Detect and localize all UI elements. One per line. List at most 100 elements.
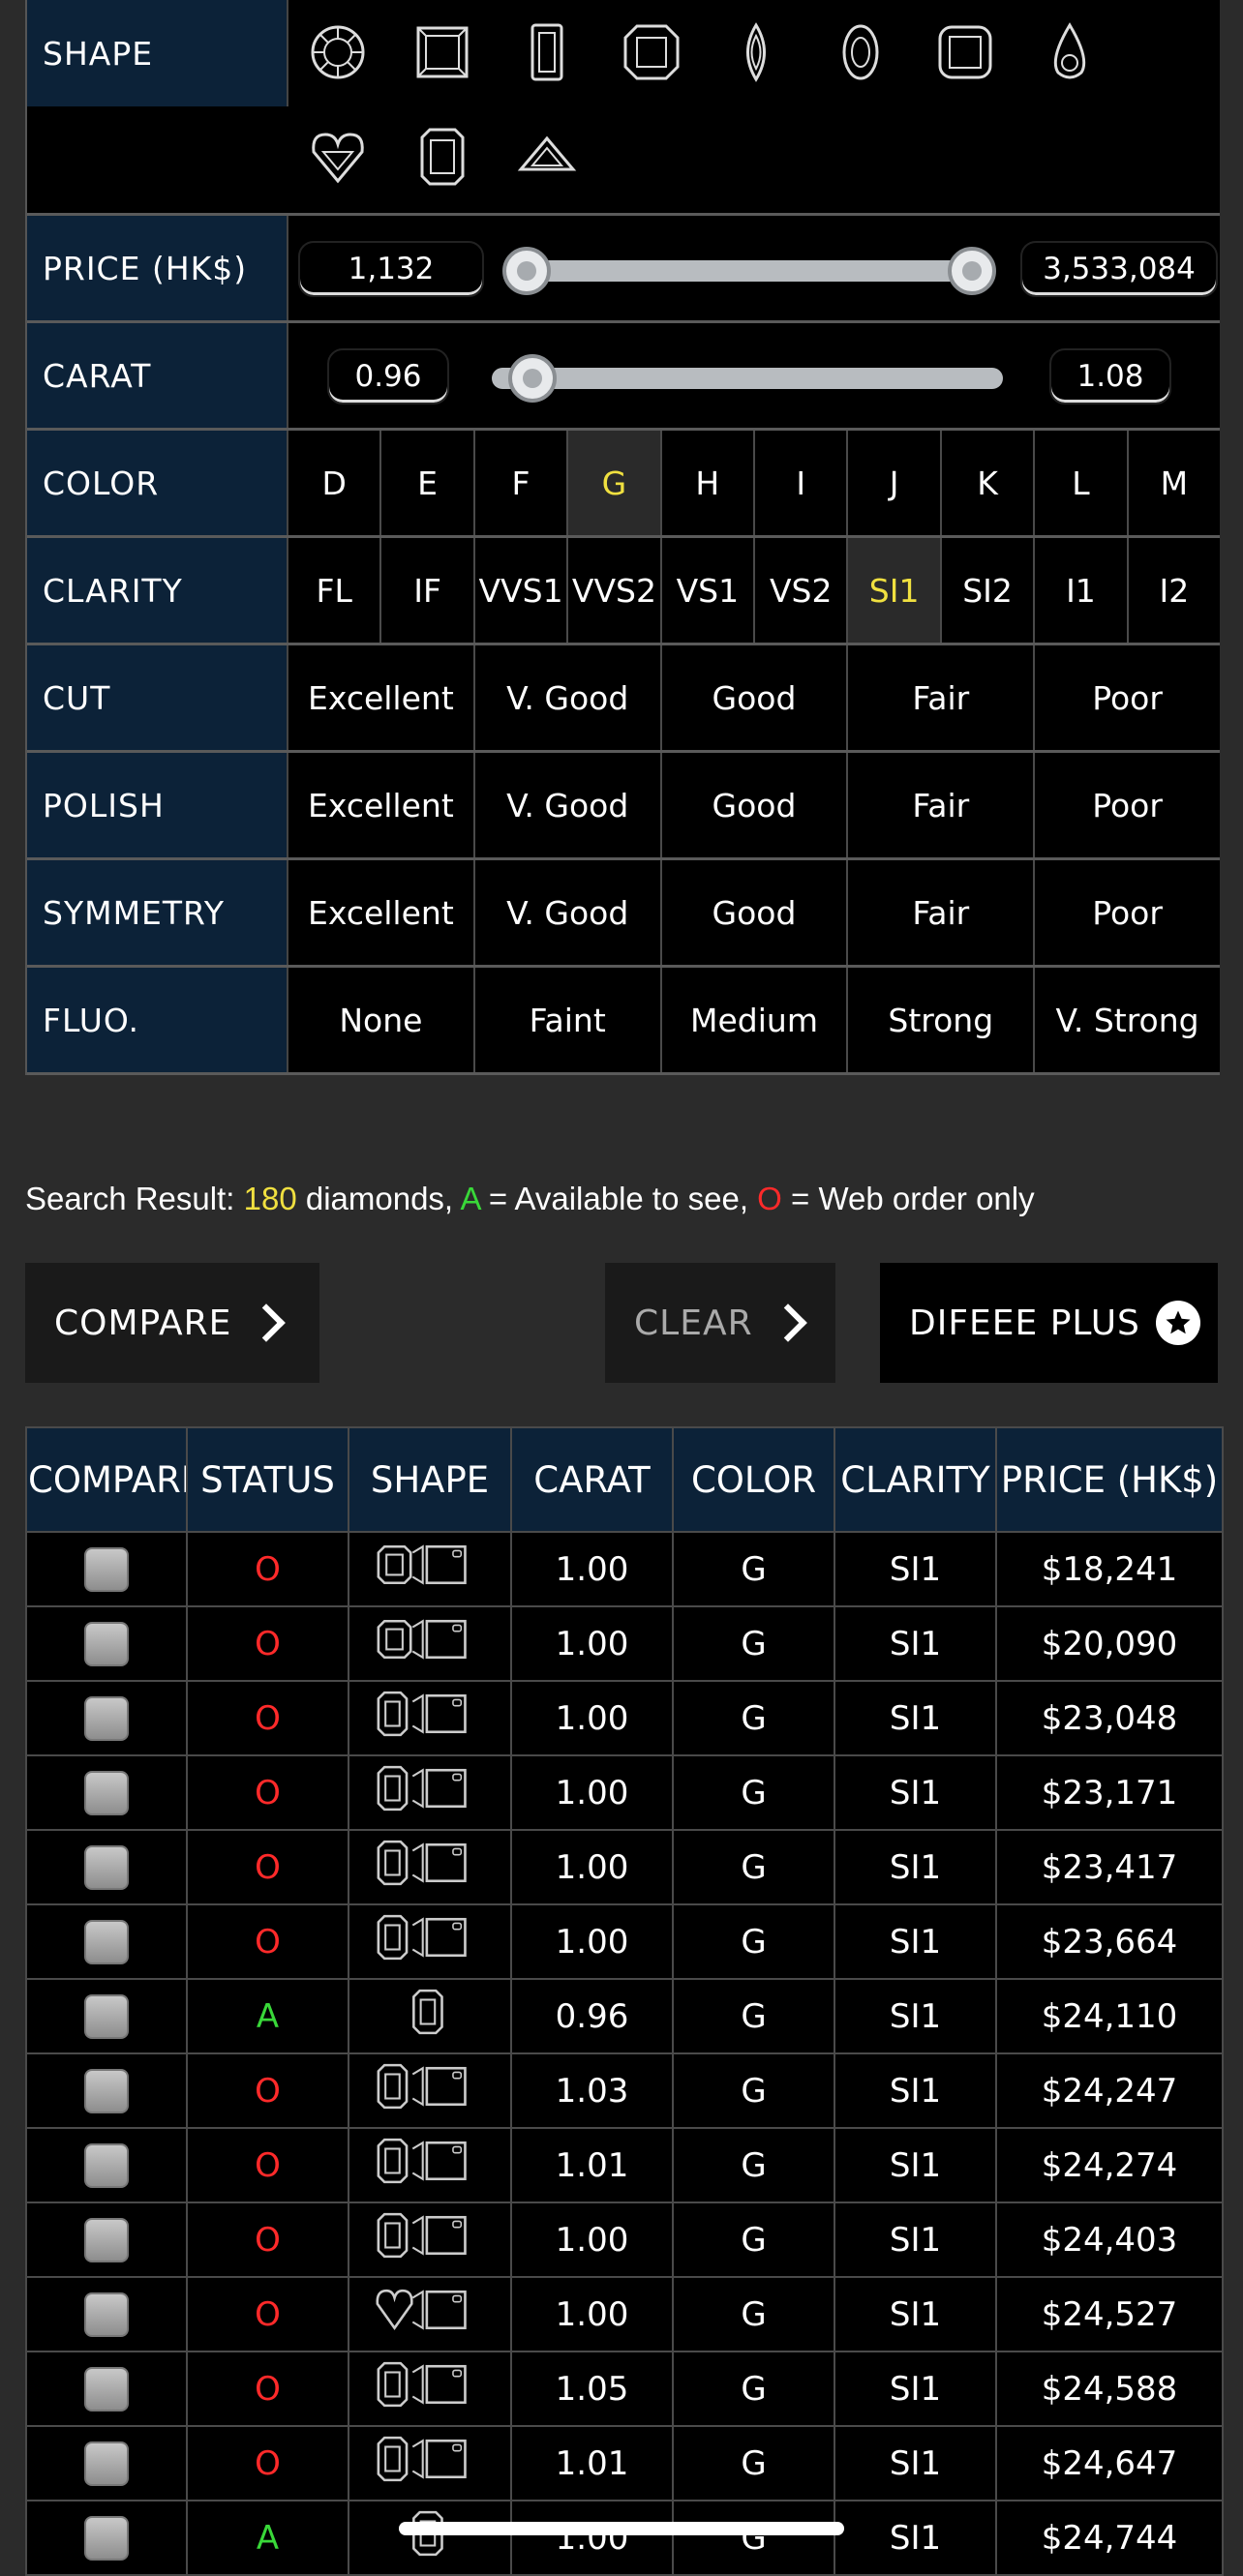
cut-option[interactable]: Good: [662, 645, 849, 750]
compare-checkbox[interactable]: [84, 1993, 129, 2039]
color-option[interactable]: D: [288, 431, 382, 535]
compare-checkbox[interactable]: [84, 2291, 129, 2337]
compare-checkbox[interactable]: [84, 2366, 129, 2411]
cut-option[interactable]: Poor: [1035, 645, 1220, 750]
round-icon[interactable]: [308, 22, 368, 82]
table-row[interactable]: O 1.00 G SI1 $20,090: [25, 1605, 1224, 1682]
table-row[interactable]: A 1.00 G SI1 $24,744: [25, 2500, 1224, 2576]
clarity-option[interactable]: VS1: [662, 538, 756, 643]
table-row[interactable]: O 1.01 G SI1 $24,274: [25, 2127, 1224, 2203]
compare-checkbox[interactable]: [84, 1621, 129, 1666]
symmetry-option[interactable]: Fair: [848, 860, 1036, 965]
compare-checkbox[interactable]: [84, 2142, 129, 2188]
fluo-option[interactable]: Strong: [848, 968, 1036, 1072]
column-header[interactable]: CARAT: [510, 1426, 674, 1533]
heart-icon[interactable]: [308, 127, 368, 187]
color-option[interactable]: F: [475, 431, 569, 535]
price-min-handle[interactable]: [502, 247, 551, 295]
cut-option[interactable]: V. Good: [475, 645, 662, 750]
table-row[interactable]: O 1.05 G SI1 $24,588: [25, 2351, 1224, 2427]
clarity-option[interactable]: VS2: [755, 538, 849, 643]
column-header[interactable]: SHAPE: [348, 1426, 512, 1533]
clarity-option[interactable]: IF: [381, 538, 475, 643]
price-cell: $23,664: [995, 1903, 1224, 1980]
compare-checkbox[interactable]: [84, 1695, 129, 1741]
color-option[interactable]: K: [942, 431, 1036, 535]
price-max-input[interactable]: 3,533,084: [1020, 241, 1218, 297]
table-row[interactable]: O 1.00 G SI1 $24,403: [25, 2202, 1224, 2278]
table-row[interactable]: O 1.00 G SI1 $18,241: [25, 1531, 1224, 1607]
fluo-option[interactable]: None: [288, 968, 475, 1072]
compare-checkbox[interactable]: [84, 1919, 129, 1964]
emerald-icon[interactable]: [517, 22, 577, 82]
table-row[interactable]: O 1.03 G SI1 $24,247: [25, 2052, 1224, 2129]
polish-option[interactable]: V. Good: [475, 753, 662, 857]
polish-option[interactable]: Excellent: [288, 753, 475, 857]
fluo-option[interactable]: Medium: [662, 968, 849, 1072]
clarity-option[interactable]: SI2: [942, 538, 1036, 643]
price-min-input[interactable]: 1,132: [298, 241, 484, 297]
price-max-handle[interactable]: [948, 247, 996, 295]
carat-min-input[interactable]: 0.96: [327, 348, 449, 404]
table-row[interactable]: O 1.00 G SI1 $23,664: [25, 1903, 1224, 1980]
color-option[interactable]: H: [662, 431, 756, 535]
carat-slider-track[interactable]: [492, 354, 1003, 403]
pear-icon[interactable]: [1040, 22, 1100, 82]
clarity-option[interactable]: SI1: [848, 538, 942, 643]
symmetry-option[interactable]: Poor: [1035, 860, 1220, 965]
compare-checkbox[interactable]: [84, 1770, 129, 1815]
oval-icon[interactable]: [831, 22, 891, 82]
column-header[interactable]: CLARITY: [834, 1426, 997, 1533]
fluo-option[interactable]: V. Strong: [1035, 968, 1220, 1072]
radiant-icon[interactable]: [412, 127, 472, 187]
color-option[interactable]: J: [848, 431, 942, 535]
clarity-option[interactable]: FL: [288, 538, 382, 643]
price-slider-track[interactable]: [502, 247, 996, 295]
clarity-option[interactable]: VVS1: [475, 538, 569, 643]
asscher-icon[interactable]: [622, 22, 682, 82]
compare-button[interactable]: COMPARE: [25, 1263, 319, 1383]
symmetry-option[interactable]: Excellent: [288, 860, 475, 965]
carat-max-input[interactable]: 1.08: [1049, 348, 1171, 404]
column-header[interactable]: PRICE (HK$): [995, 1426, 1224, 1533]
marquise-icon[interactable]: [726, 22, 786, 82]
table-row[interactable]: O 1.01 G SI1 $24,647: [25, 2425, 1224, 2501]
compare-checkbox[interactable]: [84, 2515, 129, 2561]
trillion-icon[interactable]: [517, 127, 577, 187]
clarity-option[interactable]: VVS2: [568, 538, 662, 643]
column-header[interactable]: COMPARE: [25, 1426, 188, 1533]
color-option[interactable]: L: [1035, 431, 1129, 535]
column-header[interactable]: COLOR: [672, 1426, 835, 1533]
color-option[interactable]: I: [755, 431, 849, 535]
table-row[interactable]: O 1.00 G SI1 $23,417: [25, 1829, 1224, 1905]
princess-icon[interactable]: [412, 22, 472, 82]
compare-checkbox[interactable]: [84, 2217, 129, 2262]
polish-option[interactable]: Fair: [848, 753, 1036, 857]
cut-option[interactable]: Excellent: [288, 645, 475, 750]
polish-option[interactable]: Poor: [1035, 753, 1220, 857]
color-option[interactable]: G: [568, 431, 662, 535]
polish-option[interactable]: Good: [662, 753, 849, 857]
compare-checkbox[interactable]: [84, 1844, 129, 1890]
table-row[interactable]: O 1.00 G SI1 $23,048: [25, 1680, 1224, 1756]
difeee-plus-button[interactable]: DIFEEE PLUS: [880, 1263, 1218, 1383]
carat-min-handle[interactable]: [508, 354, 558, 403]
compare-checkbox[interactable]: [84, 2441, 129, 2486]
fluo-option[interactable]: Faint: [475, 968, 662, 1072]
symmetry-option[interactable]: Good: [662, 860, 849, 965]
compare-checkbox[interactable]: [84, 2068, 129, 2113]
table-row[interactable]: A 0.96 G SI1 $24,110: [25, 1978, 1224, 2054]
compare-checkbox[interactable]: [84, 1546, 129, 1592]
cut-option[interactable]: Fair: [848, 645, 1036, 750]
table-row[interactable]: O 1.00 G SI1 $23,171: [25, 1754, 1224, 1831]
home-indicator[interactable]: [399, 2522, 844, 2535]
clarity-option[interactable]: I2: [1129, 538, 1220, 643]
column-header[interactable]: STATUS: [186, 1426, 349, 1533]
color-option[interactable]: E: [381, 431, 475, 535]
symmetry-option[interactable]: V. Good: [475, 860, 662, 965]
cushion-icon[interactable]: [935, 22, 995, 82]
clarity-option[interactable]: I1: [1035, 538, 1129, 643]
table-row[interactable]: O 1.00 G SI1 $24,527: [25, 2276, 1224, 2352]
clear-button[interactable]: CLEAR: [605, 1263, 835, 1383]
color-option[interactable]: M: [1129, 431, 1220, 535]
